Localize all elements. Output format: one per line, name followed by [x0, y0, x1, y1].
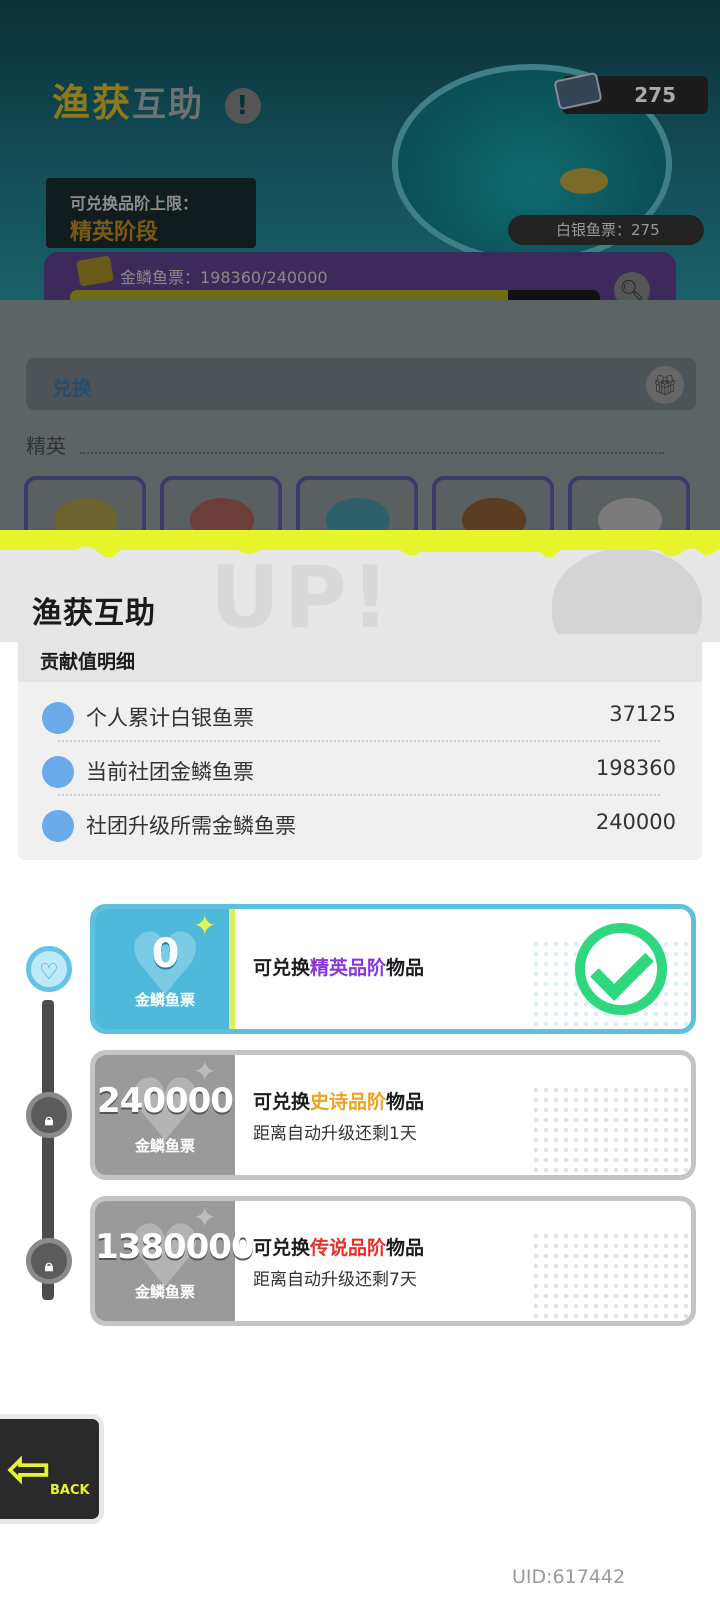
back-label: BACK: [50, 1483, 90, 1498]
dot-pattern: [531, 1085, 691, 1175]
tier-card-epic[interactable]: ♥ 240000 金鳞鱼票 ✦ 可兑换史诗品阶物品 距离自动升级还剩1天: [90, 1050, 696, 1180]
stat-row: 当前社团金鳞鱼票 198360: [42, 742, 684, 796]
checkmark-icon: [575, 923, 667, 1015]
assist-modal: UP! 渔获互助 贡献值明细 个人累计白银鱼票 37125 当前社团金鳞鱼票 1…: [0, 530, 720, 1605]
tier-text-suffix: 物品: [386, 1091, 425, 1113]
tier-card-legendary[interactable]: ♥ 1380000 金鳞鱼票 ✦ 可兑换传说品阶物品 距离自动升级还剩7天: [90, 1196, 696, 1326]
tier-description: 可兑换史诗品阶物品: [253, 1087, 424, 1114]
sparkle-icon: ✦: [193, 909, 217, 942]
back-arrow-icon: ⇦: [6, 1437, 52, 1500]
tier-text-suffix: 物品: [386, 1237, 425, 1259]
exclamation-icon[interactable]: !: [225, 87, 262, 124]
tier-rank-highlight: 史诗品阶: [310, 1091, 387, 1113]
background-title-sub: 互助: [132, 85, 205, 125]
tier-text-prefix: 可兑换: [253, 1237, 311, 1259]
tier-countdown: 距离自动升级还剩1天: [253, 1124, 417, 1144]
tier-rank-highlight: 传说品阶: [310, 1237, 387, 1259]
section-label: 精英: [26, 434, 66, 458]
tier-text-prefix: 可兑换: [253, 957, 311, 979]
fish-image: [560, 168, 608, 194]
tier-text-suffix: 物品: [386, 957, 425, 979]
tier-cost-unit: 金鳞鱼票: [134, 1283, 195, 1301]
tier-rank-highlight: 精英品阶: [310, 957, 387, 979]
exchange-bar[interactable]: [26, 358, 696, 410]
stat-value: 198360: [595, 756, 676, 780]
stat-value: 240000: [595, 810, 676, 834]
stat-row: 社团升级所需金鳞鱼票 240000: [42, 796, 684, 850]
tier-cost-unit: 金鳞鱼票: [134, 1137, 195, 1155]
lock-icon: 🔒︎: [26, 1092, 72, 1138]
section-divider: [80, 452, 664, 454]
tier-cost-panel: ♥ 240000 金鳞鱼票 ✦: [95, 1055, 235, 1175]
bullet-icon: [42, 810, 74, 842]
stat-row: 个人累计白银鱼票 37125: [42, 688, 684, 742]
max-rank-value: 精英阶段: [70, 220, 159, 245]
background-title-main: 渔获: [52, 81, 133, 125]
stat-label: 个人累计白银鱼票: [86, 706, 254, 730]
tier-countdown: 距离自动升级还剩7天: [253, 1270, 417, 1290]
gold-progress-label: 金鳞鱼票：198360/240000: [120, 268, 328, 287]
tier-card-elite[interactable]: ♥ 0 金鳞鱼票 ✦ 可兑换精英品阶物品: [90, 904, 696, 1034]
stat-label: 当前社团金鳞鱼票: [86, 760, 254, 784]
sparkle-icon: ✦: [193, 1201, 217, 1234]
stat-label: 社团升级所需金鳞鱼票: [86, 814, 296, 838]
tier-description: 可兑换精英品阶物品: [253, 953, 424, 980]
back-button[interactable]: ⇦ BACK: [0, 1414, 104, 1524]
tier-cost-panel: ♥ 1380000 金鳞鱼票 ✦: [95, 1201, 255, 1321]
tier-description: 可兑换传说品阶物品: [253, 1233, 424, 1260]
stat-value: 37125: [609, 702, 676, 726]
bullet-icon: [42, 756, 74, 788]
sparkle-icon: ✦: [193, 1055, 217, 1088]
tier-cost-unit: 金鳞鱼票: [134, 991, 195, 1009]
contribution-stats: 贡献值明细 个人累计白银鱼票 37125 当前社团金鳞鱼票 198360 社团升…: [18, 634, 702, 860]
background-screen: 渔获互助 ! 275 白银鱼票：275 可兑换品阶上限： 精英阶段 金鳞鱼票：1…: [0, 0, 720, 560]
user-id: UID:617442: [512, 1566, 626, 1588]
lock-icon: 🔒︎: [26, 1238, 72, 1284]
exchange-label: 兑换: [52, 376, 92, 400]
dot-pattern: [531, 1231, 691, 1321]
stats-header: 贡献值明细: [18, 634, 702, 682]
slime-border: [0, 530, 720, 558]
background-title: 渔获互助 !: [52, 72, 262, 127]
gift-icon[interactable]: 🎁︎: [646, 366, 684, 404]
tier-text-prefix: 可兑换: [253, 1091, 311, 1113]
tier-cost-panel: ♥ 0 金鳞鱼票 ✦: [95, 909, 235, 1029]
bullet-icon: [42, 702, 74, 734]
max-rank-label: 可兑换品阶上限：: [70, 194, 199, 213]
heart-icon: ♡: [26, 946, 72, 992]
modal-title: 渔获互助: [32, 596, 156, 631]
silver-ticket-pill: 白银鱼票：275: [508, 215, 704, 245]
